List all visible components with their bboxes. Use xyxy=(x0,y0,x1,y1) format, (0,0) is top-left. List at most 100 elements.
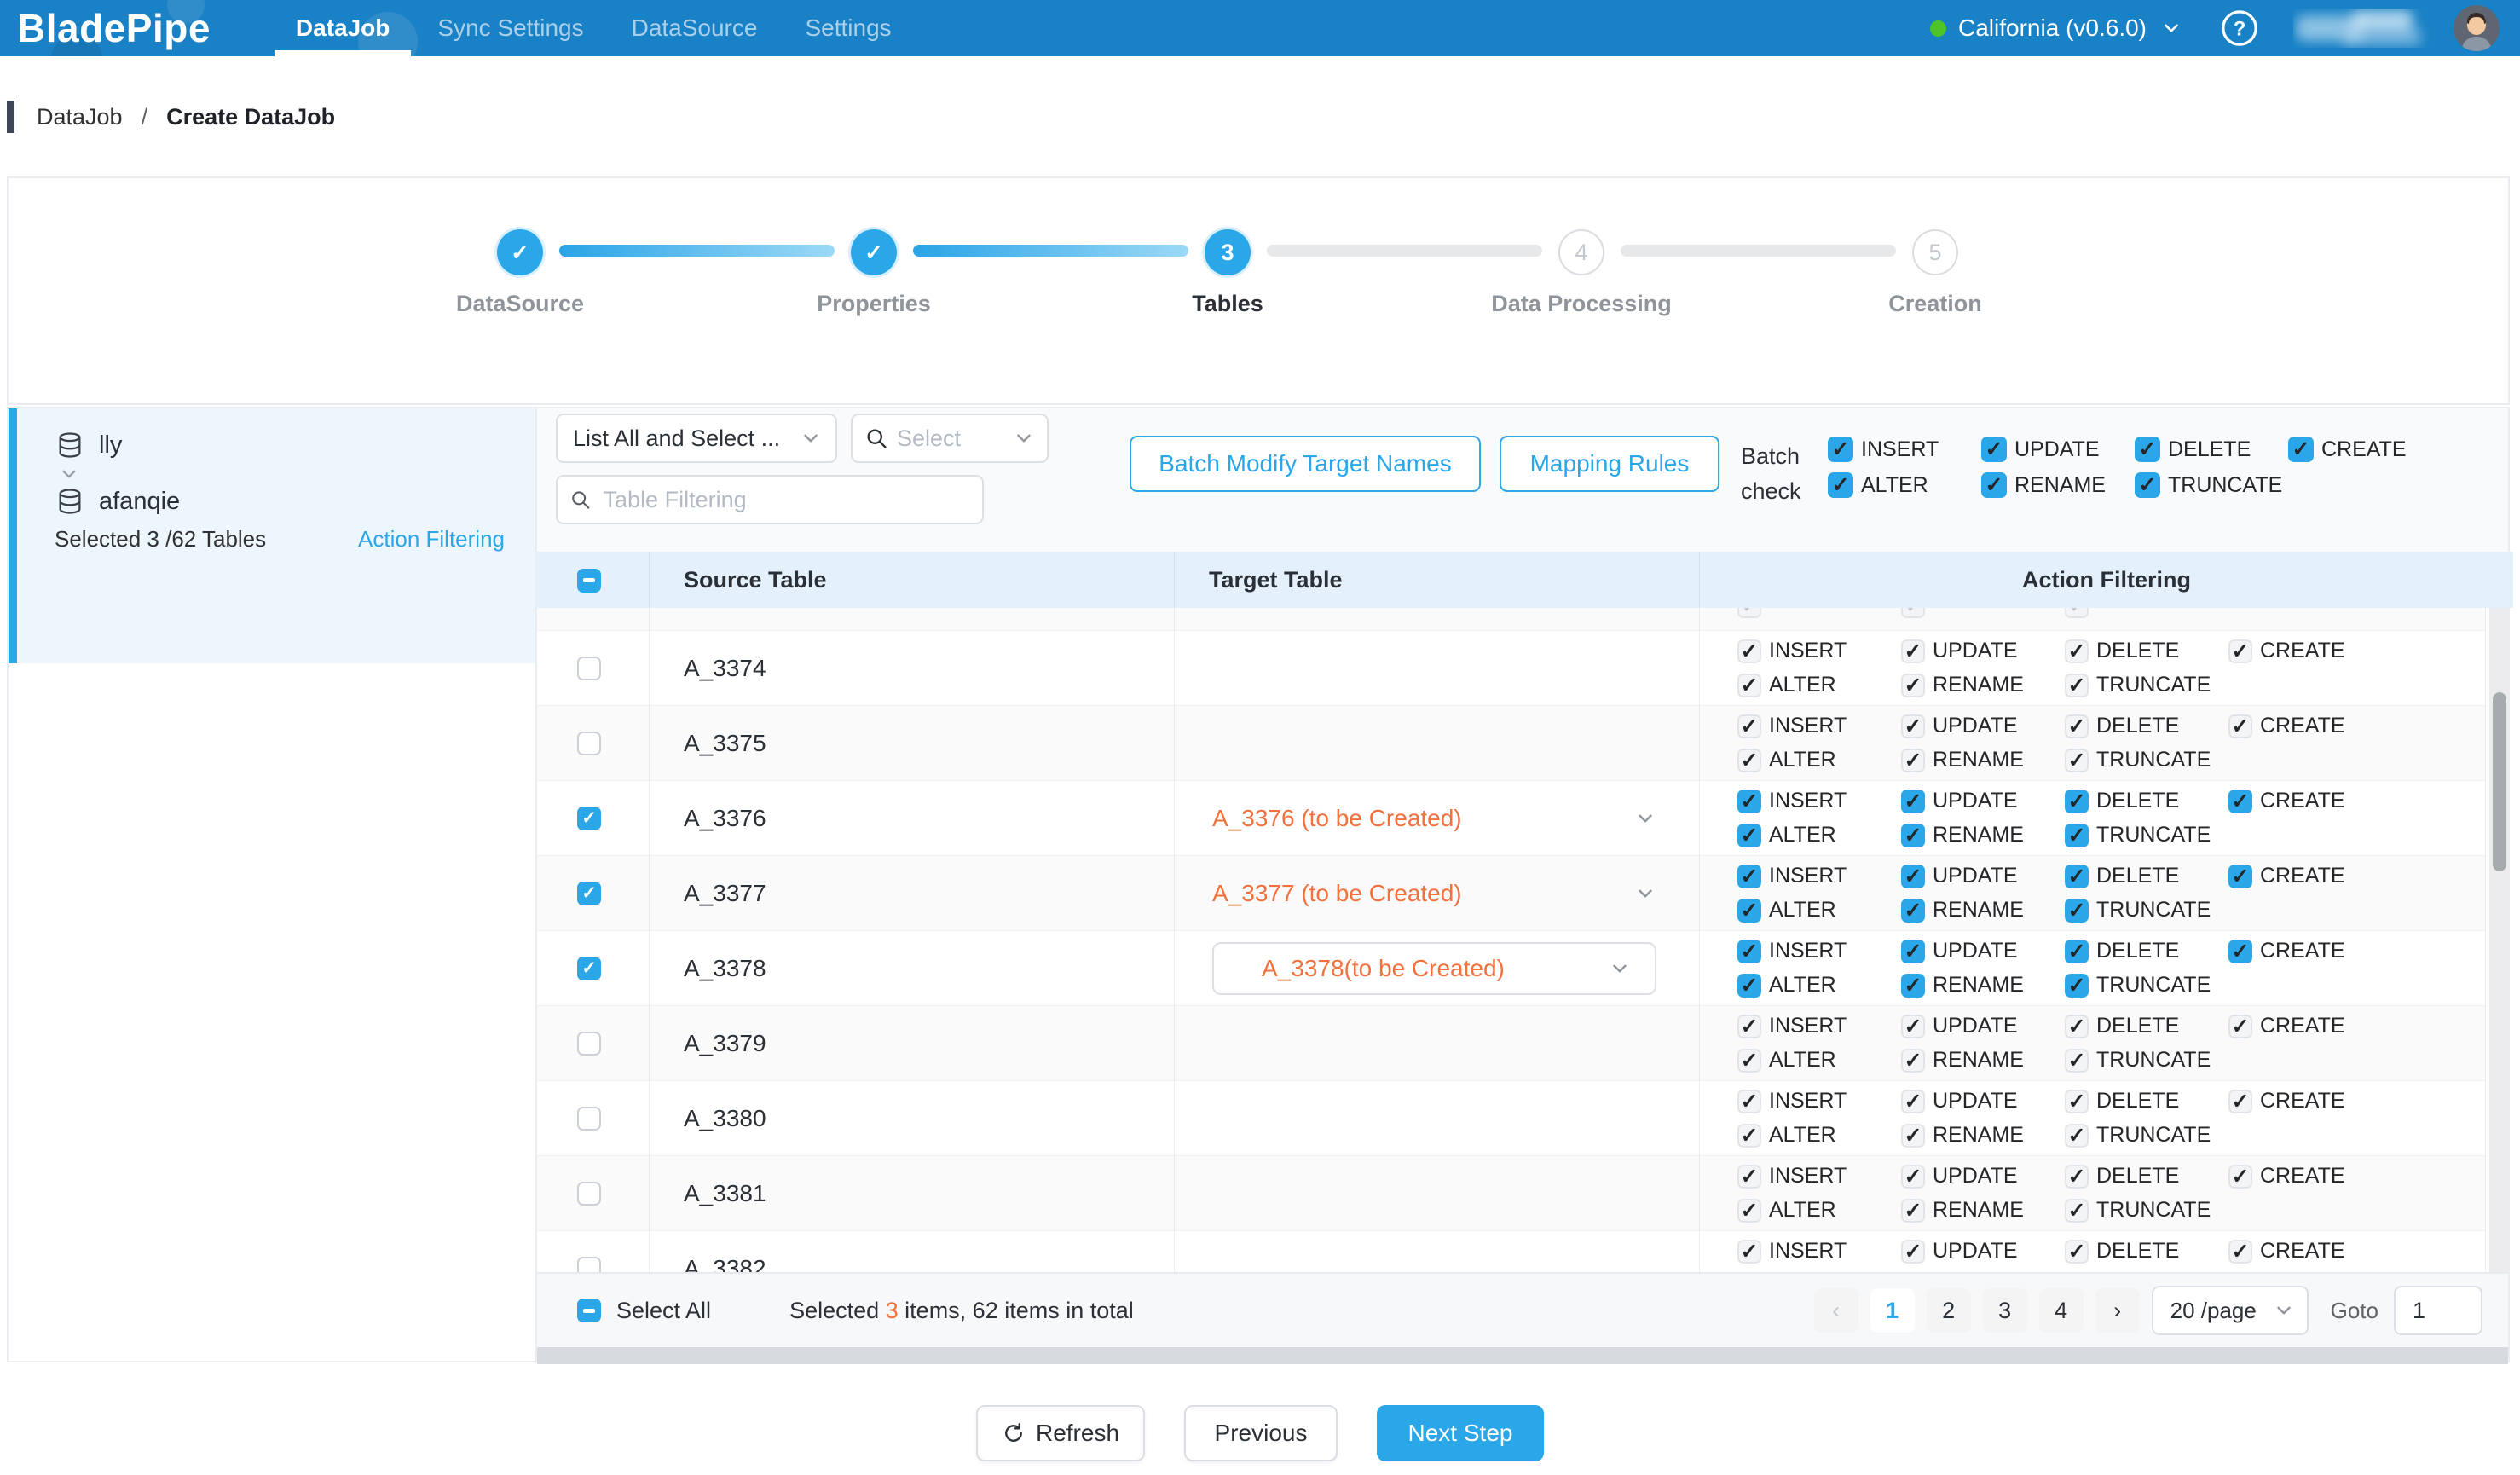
list-mode-dropdown[interactable]: List All and Select ... xyxy=(556,414,837,463)
action-checkbox-insert[interactable] xyxy=(1828,437,1853,462)
search-icon xyxy=(864,426,888,450)
nav-tab-settings[interactable]: Settings xyxy=(781,0,915,56)
step-circle-datasource[interactable]: ✓ xyxy=(497,229,543,275)
action-checkbox-update[interactable] xyxy=(1901,790,1925,813)
action-option-rename: RENAME xyxy=(1901,1123,2065,1148)
page-button-1[interactable]: 1 xyxy=(1870,1288,1915,1333)
step-circle-properties[interactable]: ✓ xyxy=(851,229,897,275)
nav-tab-datasource[interactable]: DataSource xyxy=(608,0,782,56)
chevron-down-icon[interactable] xyxy=(2160,17,2182,39)
row-checkbox[interactable] xyxy=(577,1257,601,1273)
schema-select-dropdown[interactable]: Select xyxy=(851,414,1049,463)
action-checkbox-alter[interactable] xyxy=(1828,472,1853,498)
target-table-cell[interactable]: A_3377 (to be Created) xyxy=(1175,856,1700,930)
action-checkbox-delete[interactable] xyxy=(2065,940,2089,963)
action-option-insert: INSERT xyxy=(1737,939,1901,963)
action-checkbox-truncate[interactable] xyxy=(2065,824,2089,847)
action-filtering-link[interactable]: Action Filtering xyxy=(358,526,505,552)
action-label: UPDATE xyxy=(1933,1239,2018,1264)
action-option-update: UPDATE xyxy=(1901,939,2065,963)
action-checkbox-update[interactable] xyxy=(1901,865,1925,888)
action-checkbox-create xyxy=(2228,1240,2252,1264)
target-table-cell[interactable]: A_3376 (to be Created) xyxy=(1175,781,1700,855)
action-checkbox-update[interactable] xyxy=(1981,437,2007,462)
action-checkbox-create[interactable] xyxy=(2228,865,2252,888)
target-table-select[interactable]: A_3378(to be Created) xyxy=(1212,942,1656,995)
chevron-down-icon xyxy=(1634,807,1656,830)
refresh-button[interactable]: Refresh xyxy=(976,1405,1145,1461)
action-checkbox-rename[interactable] xyxy=(1901,899,1925,923)
action-checkbox-delete[interactable] xyxy=(2065,790,2089,813)
action-label: TRUNCATE xyxy=(2096,1123,2211,1148)
previous-button[interactable]: Previous xyxy=(1184,1405,1338,1461)
action-checkbox-create[interactable] xyxy=(2288,437,2314,462)
action-checkbox-alter[interactable] xyxy=(1737,824,1761,847)
batch-modify-target-names-button[interactable]: Batch Modify Target Names xyxy=(1130,436,1481,492)
action-checkbox-alter[interactable] xyxy=(1737,899,1761,923)
action-checkbox-update[interactable] xyxy=(1901,940,1925,963)
action-checkbox-insert[interactable] xyxy=(1737,865,1761,888)
action-checkbox-insert[interactable] xyxy=(1737,940,1761,963)
step-circle-creation[interactable]: 5 xyxy=(1912,229,1958,275)
help-icon[interactable]: ? xyxy=(2220,9,2259,48)
goto-page-input[interactable] xyxy=(2411,1297,2465,1325)
action-checkbox-create[interactable] xyxy=(2228,790,2252,813)
nav-tab-sync-settings[interactable]: Sync Settings xyxy=(413,0,607,56)
action-checkbox-rename[interactable] xyxy=(1901,974,1925,998)
next-step-button[interactable]: Next Step xyxy=(1377,1405,1544,1461)
row-checkbox[interactable] xyxy=(577,732,601,755)
action-option-insert: INSERT xyxy=(1737,789,1901,813)
action-checkbox-create[interactable] xyxy=(2228,940,2252,963)
action-checkbox-delete[interactable] xyxy=(2065,865,2089,888)
step-circle-data-processing[interactable]: 4 xyxy=(1558,229,1604,275)
avatar-illustration xyxy=(2454,5,2500,51)
page-button-2[interactable]: 2 xyxy=(1927,1288,1971,1333)
row-checkbox[interactable] xyxy=(577,1032,601,1056)
action-option-insert: INSERT xyxy=(1737,1164,1901,1189)
action-label: TRUNCATE xyxy=(2096,673,2211,697)
row-checkbox[interactable] xyxy=(577,882,601,905)
table-filter-input[interactable] xyxy=(602,486,970,514)
action-label: ALTER xyxy=(1769,973,1836,998)
region-selector[interactable]: California (v0.6.0) xyxy=(1958,14,2147,42)
database-icon xyxy=(55,431,85,460)
action-checkbox-alter[interactable] xyxy=(1737,974,1761,998)
target-db-name: afanqie xyxy=(99,488,180,516)
step-circle-tables[interactable]: 3 xyxy=(1205,229,1251,275)
page-size-select[interactable]: 20 /page xyxy=(2152,1286,2309,1335)
row-checkbox[interactable] xyxy=(577,807,601,830)
action-option-truncate: TRUNCATE xyxy=(2065,1123,2228,1148)
mapping-rules-button[interactable]: Mapping Rules xyxy=(1500,436,1719,492)
action-checkbox-truncate[interactable] xyxy=(2135,472,2160,498)
nav-tab-datajob[interactable]: DataJob xyxy=(272,0,413,56)
action-checkbox-rename[interactable] xyxy=(1901,824,1925,847)
table-filter-search[interactable] xyxy=(556,475,984,524)
action-checkbox-delete[interactable] xyxy=(2135,437,2160,462)
action-option-insert: INSERT xyxy=(1828,437,1981,462)
row-checkbox[interactable] xyxy=(577,957,601,980)
action-checkbox-truncate[interactable] xyxy=(2065,974,2089,998)
breadcrumb-current: Create DataJob xyxy=(166,104,335,130)
datasource-pair-panel[interactable]: lly afanqie Selected 3 /62 Tables Action… xyxy=(17,408,535,663)
row-checkbox[interactable] xyxy=(577,657,601,680)
action-checkbox-rename[interactable] xyxy=(1981,472,2007,498)
select-all-checkbox[interactable] xyxy=(577,1299,601,1322)
page-button-3[interactable]: 3 xyxy=(1983,1288,2027,1333)
breadcrumb-parent[interactable]: DataJob xyxy=(37,104,123,130)
action-checkbox-insert[interactable] xyxy=(1737,790,1761,813)
action-checkbox-truncate[interactable] xyxy=(2065,899,2089,923)
select-page-checkbox[interactable] xyxy=(577,569,601,593)
page-button-4[interactable]: 4 xyxy=(2039,1288,2084,1333)
avatar[interactable] xyxy=(2454,5,2500,51)
horizontal-scrollbar[interactable] xyxy=(537,1347,2508,1364)
app-logo[interactable]: BladePipe xyxy=(17,5,211,51)
row-checkbox[interactable] xyxy=(577,1182,601,1206)
action-checkbox-rename xyxy=(1901,1124,1925,1148)
action-option-insert: INSERT xyxy=(1737,639,1901,663)
action-option-delete: DELETE xyxy=(2065,1089,2228,1113)
row-checkbox[interactable] xyxy=(577,1107,601,1131)
vertical-scrollbar-thumb[interactable] xyxy=(2493,692,2506,871)
action-label: CREATE xyxy=(2260,1014,2345,1038)
action-label: ALTER xyxy=(1769,1198,1836,1223)
page-next-button[interactable]: › xyxy=(2095,1288,2140,1333)
